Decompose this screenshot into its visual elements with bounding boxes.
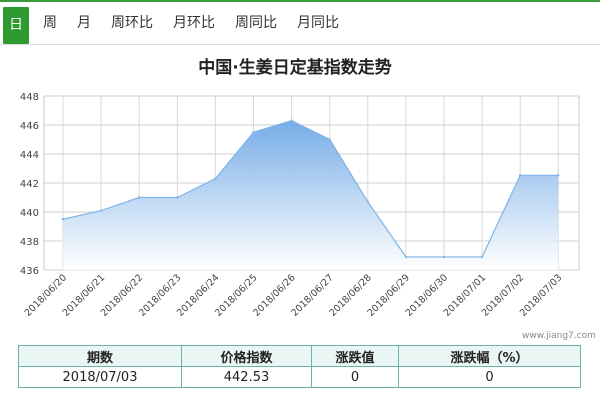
data-point (404, 255, 408, 259)
y-tick-label: 444 (20, 150, 39, 161)
tab-day[interactable]: 日 (3, 7, 29, 44)
tab-week[interactable]: 周 (43, 2, 57, 44)
data-point (61, 218, 65, 221)
chart-title: 中国·生姜日定基指数走势 (198, 58, 392, 78)
data-point (519, 174, 522, 177)
tab-month-year-over-year[interactable]: 月同比 (297, 2, 339, 44)
header-change-value: 涨跌值 (311, 345, 399, 367)
data-point (328, 138, 331, 141)
summary-table: 期数 价格指数 涨跌值 涨跌幅（%） 2018/07/03 442.53 0 0 (18, 345, 581, 388)
tab-month[interactable]: 月 (77, 2, 91, 44)
data-point (138, 196, 141, 199)
cell-change-percent: 0 (398, 366, 581, 388)
data-point (252, 131, 255, 134)
y-tick-label: 438 (20, 237, 39, 248)
data-point (366, 200, 369, 204)
y-tick-label: 446 (20, 121, 39, 132)
data-point (557, 174, 560, 177)
cell-period: 2018/07/03 (18, 366, 182, 388)
y-tick-label: 442 (20, 179, 39, 190)
tab-week-over-week[interactable]: 周环比 (111, 2, 153, 44)
data-point (290, 119, 293, 122)
header-period: 期数 (18, 345, 182, 367)
summary-data-row: 2018/07/03 442.53 0 0 (18, 366, 581, 388)
data-point (442, 255, 446, 259)
tab-month-over-month[interactable]: 月环比 (173, 2, 215, 44)
tab-week-year-over-year[interactable]: 周同比 (235, 2, 277, 44)
y-tick-label: 448 (20, 92, 39, 103)
header-price-index: 价格指数 (181, 345, 312, 367)
data-point (176, 196, 179, 199)
header-change-percent: 涨跌幅（%） (398, 345, 581, 367)
summary-header-row: 期数 价格指数 涨跌值 涨跌幅（%） (18, 345, 581, 367)
data-point (99, 209, 103, 212)
cell-price-index: 442.53 (181, 366, 312, 388)
data-point (214, 177, 217, 180)
watermark: www.jiang7.com (522, 331, 596, 341)
data-point (480, 255, 484, 259)
series-area (63, 120, 559, 271)
y-tick-label: 436 (20, 266, 39, 277)
ginger-index-chart: 4364384404424444464482018/06/202018/06/2… (20, 92, 580, 319)
period-tab-bar: 日 周 月 周环比 月环比 周同比 月同比 (0, 0, 600, 45)
y-tick-label: 440 (20, 208, 39, 219)
cell-change-value: 0 (311, 366, 399, 388)
